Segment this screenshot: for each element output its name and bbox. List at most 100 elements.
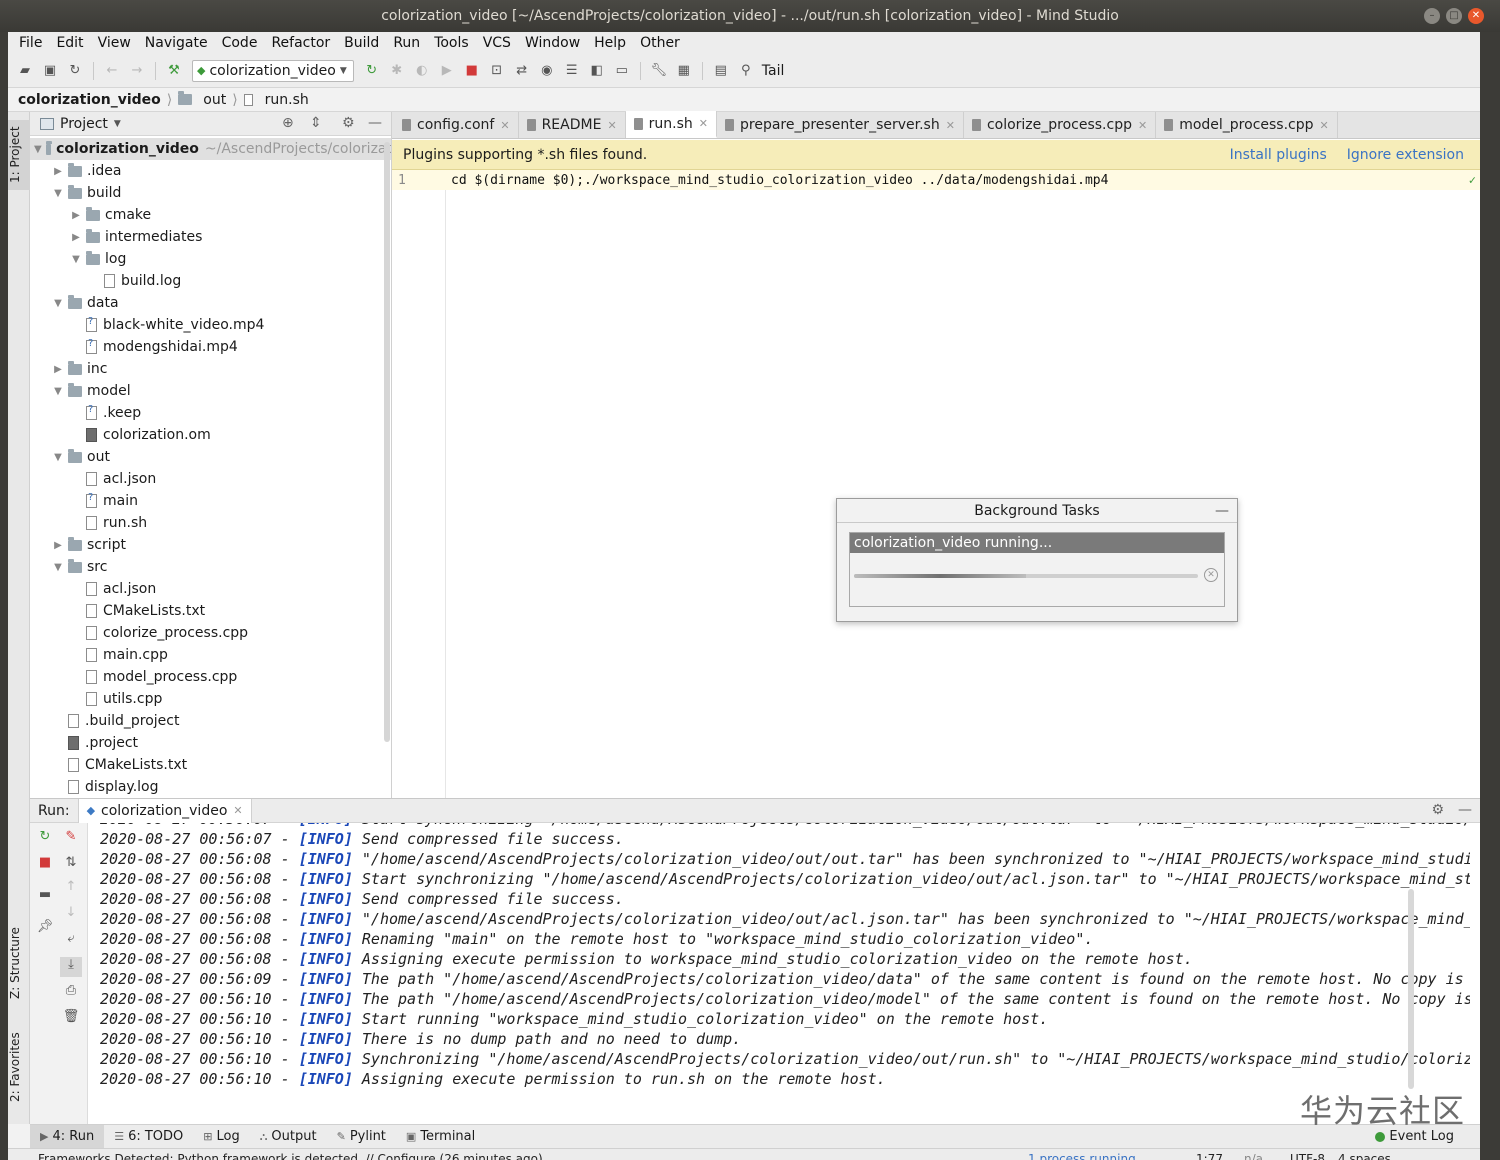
close-icon[interactable]: ✕: [233, 804, 242, 817]
chevron-down-icon[interactable]: ▼: [114, 119, 121, 129]
tree-item[interactable]: main: [30, 490, 391, 512]
menu-edit[interactable]: Edit: [49, 35, 90, 51]
tree-item[interactable]: ▶ cmake: [30, 204, 391, 226]
process-running-link[interactable]: 1 process running...: [1028, 1149, 1147, 1160]
tree-item[interactable]: ▶ script: [30, 534, 391, 556]
chevron-right-icon[interactable]: ▶: [52, 364, 64, 375]
caret-position[interactable]: 1:77: [1196, 1149, 1223, 1160]
tree-item[interactable]: utils.cpp: [30, 688, 391, 710]
close-icon[interactable]: ✕: [607, 119, 616, 132]
device-icon[interactable]: ▭: [611, 60, 633, 82]
gear-icon[interactable]: ⚙: [342, 115, 355, 131]
menu-build[interactable]: Build: [337, 35, 386, 51]
project-view-title[interactable]: Project: [60, 116, 108, 132]
bottom-tab-terminal[interactable]: ▣ Terminal: [396, 1125, 485, 1149]
down-icon[interactable]: ↓: [60, 905, 82, 925]
install-plugins-link[interactable]: Install plugins: [1230, 147, 1327, 163]
close-icon[interactable]: ✕: [1138, 119, 1147, 132]
rerun-icon[interactable]: ↻: [34, 829, 56, 849]
tree-item[interactable]: model_process.cpp: [30, 666, 391, 688]
tree-item[interactable]: ▼ build: [30, 182, 391, 204]
soft-wrap-icon[interactable]: ⤶: [60, 931, 82, 951]
tree-item[interactable]: colorize_process.cpp: [30, 622, 391, 644]
structure-tool-tab[interactable]: Z: Structure: [8, 918, 30, 1008]
gear-icon[interactable]: ⚙: [1431, 802, 1444, 818]
chevron-right-icon[interactable]: ▶: [70, 232, 82, 243]
split-icon[interactable]: ◧: [586, 60, 608, 82]
tree-item[interactable]: build.log: [30, 270, 391, 292]
preview-icon[interactable]: ◉: [536, 60, 558, 82]
ignore-extension-link[interactable]: Ignore extension: [1347, 147, 1464, 163]
locate-icon[interactable]: ⊕: [282, 115, 294, 131]
favorites-tool-tab[interactable]: 2: Favorites: [8, 1022, 30, 1112]
menu-run[interactable]: Run: [386, 35, 427, 51]
run-session-tab[interactable]: ◆ colorization_video ✕: [77, 798, 252, 823]
menu-code[interactable]: Code: [215, 35, 265, 51]
line-separator[interactable]: n/a: [1244, 1149, 1263, 1160]
project-structure-icon[interactable]: ▦: [673, 60, 695, 82]
debug-icon[interactable]: ✱: [386, 60, 408, 82]
bottom-tab-todo[interactable]: ☰ 6: TODO: [104, 1125, 193, 1149]
menu-refactor[interactable]: Refactor: [264, 35, 337, 51]
sync-icon[interactable]: ↻: [64, 60, 86, 82]
tree-item[interactable]: ▶ .idea: [30, 160, 391, 182]
layout-icon[interactable]: ▬: [34, 887, 56, 907]
editor-tab[interactable]: model_process.cpp ✕: [1156, 112, 1338, 138]
close-icon[interactable]: ✕: [1320, 119, 1329, 132]
indent-setting[interactable]: 4 spaces: [1338, 1149, 1391, 1160]
code-line[interactable]: 1 cd $(dirname $0);./workspace_mind_stud…: [392, 170, 1480, 190]
tree-item[interactable]: CMakeLists.txt: [30, 754, 391, 776]
coverage-icon[interactable]: ◐: [411, 60, 433, 82]
build-hammer-icon[interactable]: ⚒: [163, 60, 185, 82]
maximize-window-button[interactable]: □: [1446, 8, 1462, 24]
terminal-view-icon[interactable]: ▤: [710, 60, 732, 82]
chevron-down-icon[interactable]: ▼: [70, 254, 82, 265]
chevron-down-icon[interactable]: ▼: [52, 452, 64, 463]
tree-item[interactable]: acl.json: [30, 468, 391, 490]
bottom-tab-run[interactable]: ▶ 4: Run: [30, 1124, 105, 1149]
hide-panel-icon[interactable]: —: [1458, 802, 1472, 818]
tree-item[interactable]: .keep: [30, 402, 391, 424]
tree-root[interactable]: ▼ colorization_video ~/AscendProjects/colo…: [30, 138, 391, 160]
tree-item[interactable]: colorization.om: [30, 424, 391, 446]
print-icon[interactable]: ⎙: [60, 983, 82, 1003]
menu-other[interactable]: Other: [633, 35, 687, 51]
menu-navigate[interactable]: Navigate: [138, 35, 215, 51]
file-encoding[interactable]: UTF-8: [1290, 1149, 1325, 1160]
editor-tab[interactable]: prepare_presenter_server.sh ✕: [717, 112, 964, 138]
tree-item[interactable]: run.sh: [30, 512, 391, 534]
tree-item[interactable]: main.cpp: [30, 644, 391, 666]
bottom-tab-log[interactable]: ⊞ Log: [193, 1125, 249, 1149]
tree-item[interactable]: display.log: [30, 776, 391, 798]
tree-item[interactable]: modengshidai.mp4: [30, 336, 391, 358]
chevron-down-icon[interactable]: ▼: [52, 562, 64, 573]
up-icon[interactable]: ↑: [60, 879, 82, 899]
console-scrollbar[interactable]: [1408, 889, 1414, 1089]
tail-button[interactable]: Tail: [762, 63, 785, 79]
bottom-tab-pylint[interactable]: ✎ Pylint: [327, 1125, 396, 1149]
tree-item[interactable]: .build_project: [30, 710, 391, 732]
hide-panel-icon[interactable]: —: [368, 115, 382, 131]
console-output[interactable]: 2020-08-27 00:56:07 - [INFO] Start synch…: [90, 823, 1470, 1125]
collapse-all-icon[interactable]: ⇕: [310, 115, 322, 131]
tree-item[interactable]: ▼ src: [30, 556, 391, 578]
run-configuration-select[interactable]: ◆ colorization_video ▼: [192, 59, 354, 82]
close-icon[interactable]: ✕: [500, 119, 509, 132]
chevron-right-icon[interactable]: ▶: [52, 166, 64, 177]
code-text[interactable]: cd $(dirname $0);./workspace_mind_studio…: [446, 173, 1108, 188]
breadcrumb-file[interactable]: run.sh: [265, 92, 309, 108]
forward-icon[interactable]: →: [126, 60, 148, 82]
minimize-icon[interactable]: —: [1215, 499, 1229, 523]
tree-item[interactable]: ▶ intermediates: [30, 226, 391, 248]
stop-icon[interactable]: ■: [34, 855, 56, 875]
tree-item[interactable]: ▼ data: [30, 292, 391, 314]
rerun-icon[interactable]: ↻: [361, 60, 383, 82]
bottom-tab-output[interactable]: ⛬ Output: [250, 1125, 327, 1149]
sort-icon[interactable]: ⇅: [60, 855, 82, 875]
tree-item[interactable]: black-white_video.mp4: [30, 314, 391, 336]
tree-item[interactable]: ▼ out: [30, 446, 391, 468]
chevron-right-icon[interactable]: ▶: [70, 210, 82, 221]
menu-help[interactable]: Help: [587, 35, 633, 51]
status-text[interactable]: Frameworks Detected: Python framework is…: [38, 1152, 543, 1160]
menu-vcs[interactable]: VCS: [476, 35, 518, 51]
